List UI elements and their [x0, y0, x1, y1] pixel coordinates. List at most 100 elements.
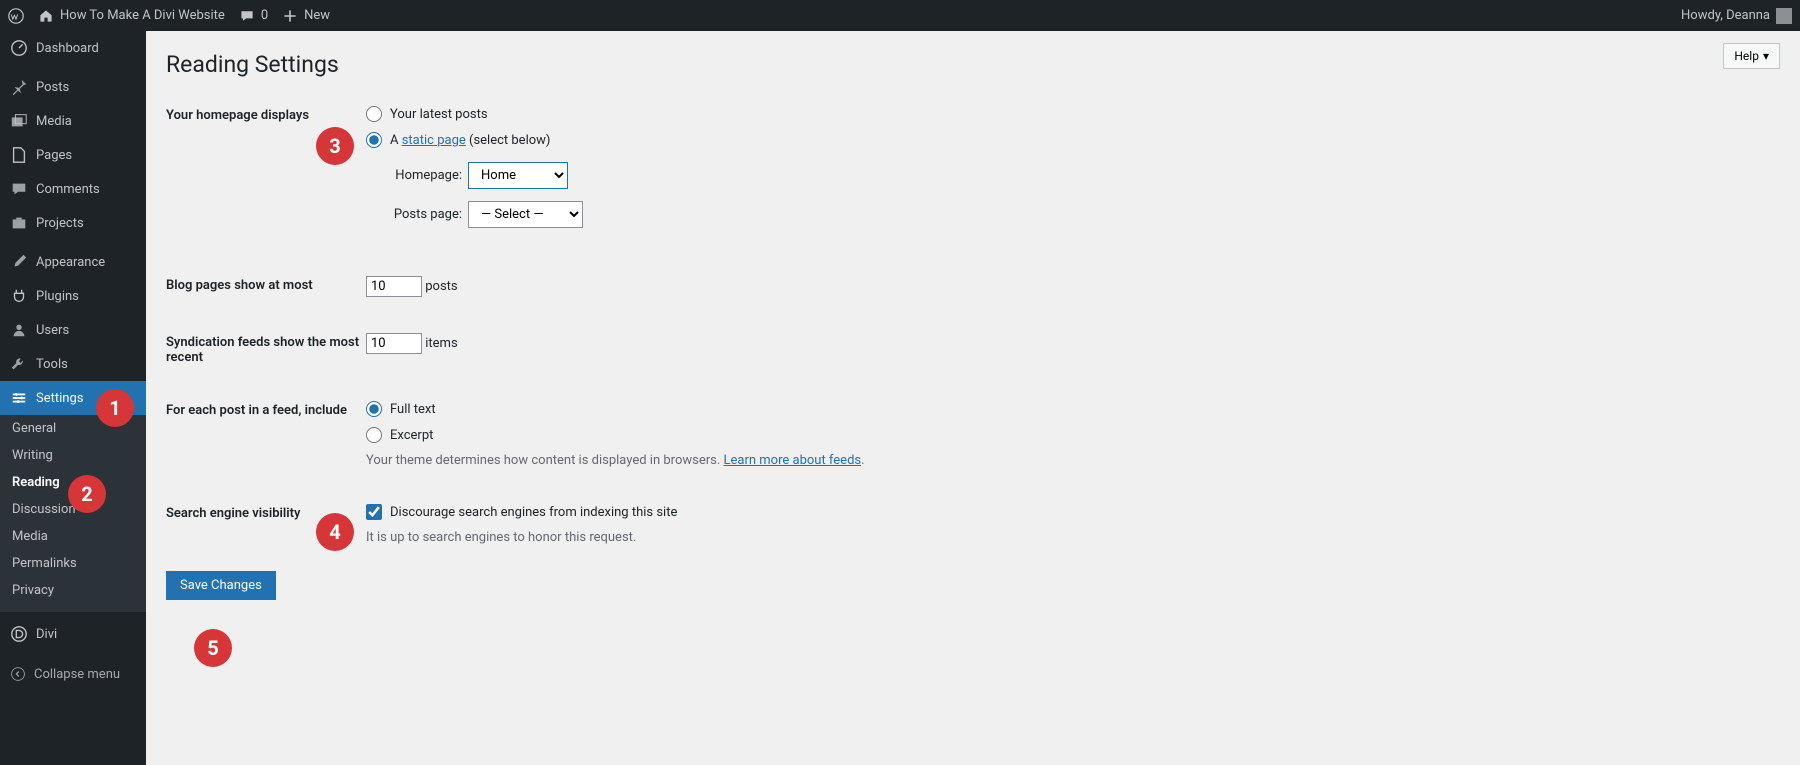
radio-excerpt[interactable]: Excerpt	[366, 427, 865, 443]
menu-projects[interactable]: Projects	[0, 206, 146, 240]
seo-checkbox-row[interactable]: Discourage search engines from indexing …	[366, 504, 677, 520]
site-title: How To Make A Divi Website	[60, 8, 225, 23]
wrench-icon	[10, 355, 28, 373]
menu-appearance[interactable]: Appearance	[0, 245, 146, 279]
submenu-reading[interactable]: Reading	[0, 469, 146, 496]
radio-static-page[interactable]: A static page (select below)	[366, 132, 583, 148]
avatar	[1776, 8, 1792, 24]
menu-label: Media	[36, 114, 72, 129]
submenu-privacy[interactable]: Privacy	[0, 577, 146, 604]
radio-full-input[interactable]	[366, 401, 382, 417]
menu-users[interactable]: Users	[0, 313, 146, 347]
new-link[interactable]: New	[282, 8, 330, 24]
menu-label: Plugins	[36, 289, 79, 304]
menu-label: Comments	[36, 182, 100, 197]
collapse-label: Collapse menu	[34, 667, 120, 682]
submenu-writing[interactable]: Writing	[0, 442, 146, 469]
menu-label: Tools	[36, 357, 68, 372]
menu-label: Dashboard	[36, 41, 99, 56]
feed-include-label: For each post in a feed, include	[166, 401, 366, 418]
seo-checkbox-label: Discourage search engines from indexing …	[390, 505, 677, 520]
content-area: Help ▾ Reading Settings Your homepage di…	[146, 31, 1800, 765]
menu-settings[interactable]: Settings	[0, 381, 146, 415]
page-icon	[10, 146, 28, 164]
menu-plugins[interactable]: Plugins	[0, 279, 146, 313]
radio-excerpt-input[interactable]	[366, 427, 382, 443]
homepage-select-label: Homepage:	[384, 168, 462, 183]
dashboard-icon	[10, 39, 28, 57]
radio-latest-label: Your latest posts	[390, 107, 488, 122]
comment-icon	[10, 180, 28, 198]
plus-icon	[282, 8, 298, 24]
comment-icon	[239, 8, 255, 24]
radio-full-text[interactable]: Full text	[366, 401, 865, 417]
user-menu[interactable]: Howdy, Deanna	[1681, 8, 1792, 24]
menu-posts[interactable]: Posts	[0, 70, 146, 104]
menu-comments[interactable]: Comments	[0, 172, 146, 206]
items-unit: items	[425, 336, 457, 351]
submenu-media[interactable]: Media	[0, 523, 146, 550]
user-icon	[10, 321, 28, 339]
posts-page-select-label: Posts page:	[384, 207, 462, 222]
radio-excerpt-label: Excerpt	[390, 428, 433, 443]
syndication-label: Syndication feeds show the most recent	[166, 333, 366, 365]
wp-logo[interactable]	[8, 8, 24, 24]
brush-icon	[10, 253, 28, 271]
menu-divi[interactable]: Divi	[0, 617, 146, 651]
menu-media[interactable]: Media	[0, 104, 146, 138]
media-icon	[10, 112, 28, 130]
new-label: New	[304, 8, 330, 23]
menu-label: Appearance	[36, 255, 105, 270]
radio-latest-posts[interactable]: Your latest posts	[366, 106, 583, 122]
help-label: Help	[1734, 49, 1759, 63]
seo-label: Search engine visibility	[166, 504, 366, 521]
menu-label: Projects	[36, 216, 84, 231]
site-link[interactable]: How To Make A Divi Website	[38, 8, 225, 24]
menu-tools[interactable]: Tools	[0, 347, 146, 381]
blog-pages-input[interactable]	[366, 276, 422, 297]
posts-page-select[interactable]: — Select —	[468, 201, 583, 228]
homepage-displays-label: Your homepage displays	[166, 106, 366, 123]
feed-description: Your theme determines how content is dis…	[366, 453, 865, 468]
posts-unit: posts	[425, 279, 457, 294]
admin-sidebar: Dashboard Posts Media Pages Comments Pro…	[0, 31, 146, 765]
collapse-icon	[10, 666, 26, 682]
menu-dashboard[interactable]: Dashboard	[0, 31, 146, 65]
radio-latest-input[interactable]	[366, 106, 382, 122]
radio-full-label: Full text	[390, 402, 436, 417]
radio-static-label: A static page (select below)	[390, 133, 550, 148]
divi-icon	[10, 625, 28, 643]
settings-icon	[10, 389, 28, 407]
submenu-permalinks[interactable]: Permalinks	[0, 550, 146, 577]
plug-icon	[10, 287, 28, 305]
radio-static-input[interactable]	[366, 132, 382, 148]
home-icon	[38, 8, 54, 24]
homepage-select[interactable]: Home	[468, 162, 568, 189]
menu-label: Divi	[36, 627, 57, 642]
menu-label: Users	[36, 323, 69, 338]
portfolio-icon	[10, 214, 28, 232]
chevron-down-icon: ▾	[1763, 49, 1769, 63]
save-button[interactable]: Save Changes	[166, 571, 276, 600]
menu-label: Settings	[36, 391, 83, 406]
syndication-input[interactable]	[366, 333, 422, 354]
settings-submenu: General Writing Reading Discussion Media…	[0, 415, 146, 612]
submenu-general[interactable]: General	[0, 415, 146, 442]
page-title: Reading Settings	[166, 31, 1780, 88]
seo-checkbox[interactable]	[366, 504, 382, 520]
comments-count: 0	[261, 8, 268, 23]
pin-icon	[10, 78, 28, 96]
feeds-link[interactable]: Learn more about feeds	[724, 453, 862, 468]
static-page-link[interactable]: static page	[402, 133, 466, 148]
collapse-menu[interactable]: Collapse menu	[0, 656, 146, 692]
annotation-5: 5	[194, 629, 232, 667]
admin-toolbar: How To Make A Divi Website 0 New Howdy, …	[0, 0, 1800, 31]
help-button[interactable]: Help ▾	[1723, 43, 1780, 69]
seo-description: It is up to search engines to honor this…	[366, 530, 677, 545]
blog-pages-label: Blog pages show at most	[166, 276, 366, 293]
menu-label: Pages	[36, 148, 72, 163]
menu-pages[interactable]: Pages	[0, 138, 146, 172]
menu-label: Posts	[36, 80, 69, 95]
submenu-discussion[interactable]: Discussion	[0, 496, 146, 523]
comments-link[interactable]: 0	[239, 8, 268, 24]
